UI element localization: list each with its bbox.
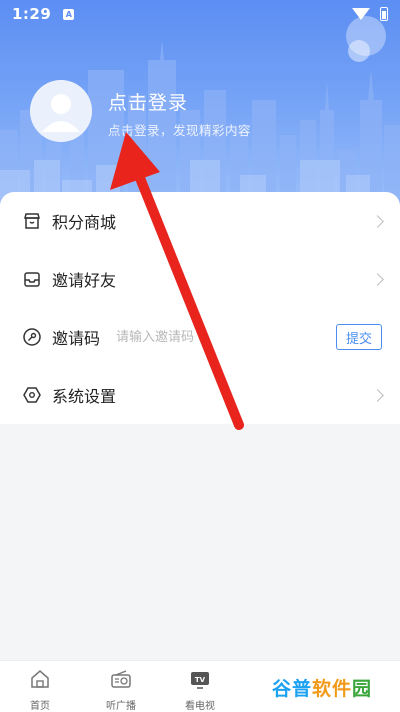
menu-label-invite-friends: 邀请好友 [52, 271, 117, 290]
radio-icon [111, 670, 131, 688]
menu-item-invite-code: 邀请码 提交 [0, 308, 400, 366]
nav-tv[interactable]: TV 看电视 [170, 669, 230, 712]
status-time: 1:29 [12, 5, 52, 23]
login-subtitle: 点击登录，发现精彩内容 [108, 123, 252, 138]
avatar[interactable] [30, 80, 92, 142]
submit-button[interactable]: 提交 [336, 324, 382, 350]
decor-circle [348, 40, 370, 62]
home-icon [31, 670, 49, 688]
nav-label-tv: 看电视 [185, 701, 215, 712]
menu-label-settings: 系统设置 [52, 387, 117, 406]
invite-code-input[interactable] [116, 325, 316, 349]
settings-hexagon-icon [23, 387, 41, 403]
wifi-icon [352, 8, 370, 20]
login-title[interactable]: 点击登录 [108, 88, 188, 115]
menu-label-points-mall: 积分商城 [52, 213, 117, 232]
nav-label-home: 首页 [30, 701, 50, 712]
menu-item-points-mall[interactable]: 积分商城 [0, 192, 400, 250]
svg-text:TV: TV [195, 676, 206, 684]
key-icon [23, 328, 41, 346]
store-icon [24, 213, 40, 229]
watermark-text: 谷普 [272, 677, 313, 700]
menu-label-invite-code: 邀请码 [52, 329, 101, 348]
status-bar: 1:29 A [0, 0, 400, 28]
inbox-icon [24, 272, 40, 287]
chevron-right-icon [371, 388, 384, 402]
nav-label-radio: 听广播 [106, 701, 136, 712]
watermark-text: 软件 [312, 677, 353, 700]
menu-item-invite-friends[interactable]: 邀请好友 [0, 250, 400, 308]
user-avatar-icon [30, 80, 92, 142]
notification-icon: A [63, 8, 75, 20]
nav-home[interactable]: 首页 [10, 669, 70, 712]
battery-icon [380, 7, 388, 21]
chevron-right-icon [371, 272, 384, 286]
menu-item-settings[interactable]: 系统设置 [0, 366, 400, 424]
tv-icon: TV [191, 672, 209, 689]
watermark-text: 园 [352, 677, 373, 700]
profile-header: 1:29 A 点击登录 点击登录，发现精彩内容 [0, 0, 400, 210]
watermark-logo: 谷普 软件 园 [272, 670, 392, 704]
nav-radio[interactable]: 听广播 [91, 669, 151, 712]
menu-card: 积分商城 邀请好友 邀请码 提交 系统设置 [0, 192, 400, 424]
chevron-right-icon [371, 214, 384, 228]
